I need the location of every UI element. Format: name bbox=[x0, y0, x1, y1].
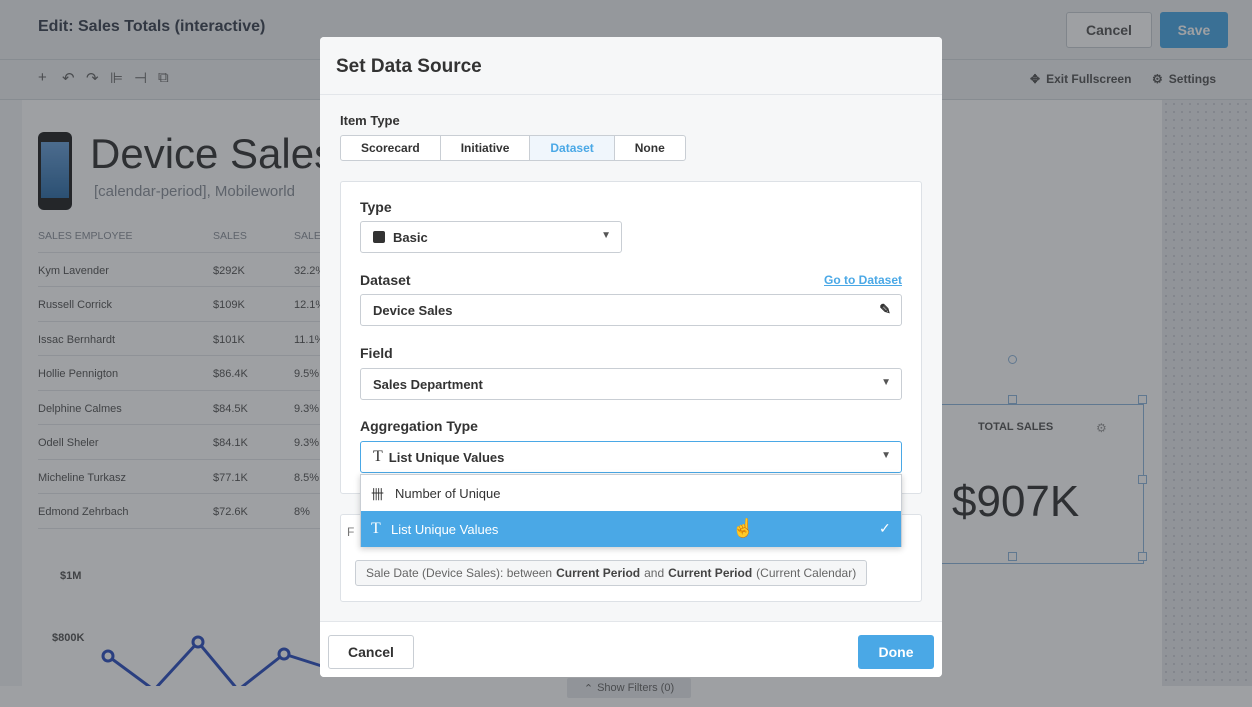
item-type-label: Item Type bbox=[340, 113, 400, 128]
basic-type-icon bbox=[373, 231, 385, 243]
option-label: Number of Unique bbox=[395, 485, 501, 501]
field-select-value: Sales Department bbox=[373, 376, 483, 392]
dialog-cancel-button[interactable]: Cancel bbox=[328, 635, 414, 669]
item-type-dataset[interactable]: Dataset bbox=[530, 136, 615, 160]
dialog-header: Set Data Source bbox=[320, 37, 942, 95]
item-type-initiative[interactable]: Initiative bbox=[441, 136, 531, 160]
field-select[interactable]: Sales Department ▼ bbox=[360, 368, 902, 400]
dashboard-editor: Edit: Sales Totals (interactive) Cancel … bbox=[0, 0, 1252, 707]
chevron-down-icon: ▼ bbox=[881, 377, 891, 388]
pencil-icon[interactable]: ✎ bbox=[879, 301, 891, 318]
item-type-scorecard[interactable]: Scorecard bbox=[341, 136, 441, 160]
type-select[interactable]: Basic ▼ bbox=[360, 221, 622, 253]
done-button[interactable]: Done bbox=[858, 635, 934, 669]
item-type-segmented-control: Scorecard Initiative Dataset None bbox=[340, 135, 686, 161]
type-select-value: Basic bbox=[393, 229, 428, 245]
option-list-unique-values[interactable]: T List Unique Values ✓ bbox=[361, 511, 901, 547]
text-t-icon: T bbox=[371, 520, 381, 537]
item-type-none[interactable]: None bbox=[615, 136, 685, 160]
filter-prefix: Sale Date (Device Sales): between bbox=[366, 566, 553, 580]
filter-panel-label: F bbox=[347, 525, 355, 539]
pointer-cursor-icon: ☝ bbox=[732, 518, 755, 538]
filter-suffix: (Current Calendar) bbox=[756, 566, 857, 580]
chevron-down-icon: ▼ bbox=[881, 450, 891, 461]
option-number-of-unique[interactable]: 卌 Number of Unique bbox=[361, 475, 901, 511]
checkmark-icon: ✓ bbox=[879, 520, 891, 536]
text-t-icon: T bbox=[373, 448, 383, 465]
aggregation-type-label: Aggregation Type bbox=[360, 418, 478, 434]
field-label: Field bbox=[360, 345, 393, 361]
aggregation-select-value: List Unique Values bbox=[388, 449, 505, 465]
date-filter-chip[interactable]: Sale Date (Device Sales): between Curren… bbox=[355, 560, 868, 586]
filter-from: Current Period bbox=[556, 566, 641, 580]
type-label: Type bbox=[360, 199, 392, 215]
option-label: List Unique Values bbox=[391, 521, 499, 537]
tally-icon: 卌 bbox=[371, 486, 385, 502]
aggregation-type-select[interactable]: T List Unique Values ▼ bbox=[360, 441, 902, 473]
filter-to: Current Period bbox=[668, 566, 753, 580]
chevron-down-icon: ▼ bbox=[601, 230, 611, 241]
filter-and: and bbox=[644, 566, 665, 580]
dataset-label: Dataset bbox=[360, 272, 411, 288]
dataset-value: Device Sales bbox=[373, 302, 453, 318]
dialog-footer: Cancel Done bbox=[320, 621, 942, 677]
dataset-field[interactable]: Device Sales ✎ bbox=[360, 294, 902, 326]
go-to-dataset-link[interactable]: Go to Dataset bbox=[824, 273, 902, 287]
dialog-title: Set Data Source bbox=[336, 56, 482, 77]
set-data-source-dialog: Set Data Source Item Type Scorecard Init… bbox=[320, 37, 942, 677]
aggregation-dropdown-menu: 卌 Number of Unique T List Unique Values … bbox=[360, 474, 902, 547]
